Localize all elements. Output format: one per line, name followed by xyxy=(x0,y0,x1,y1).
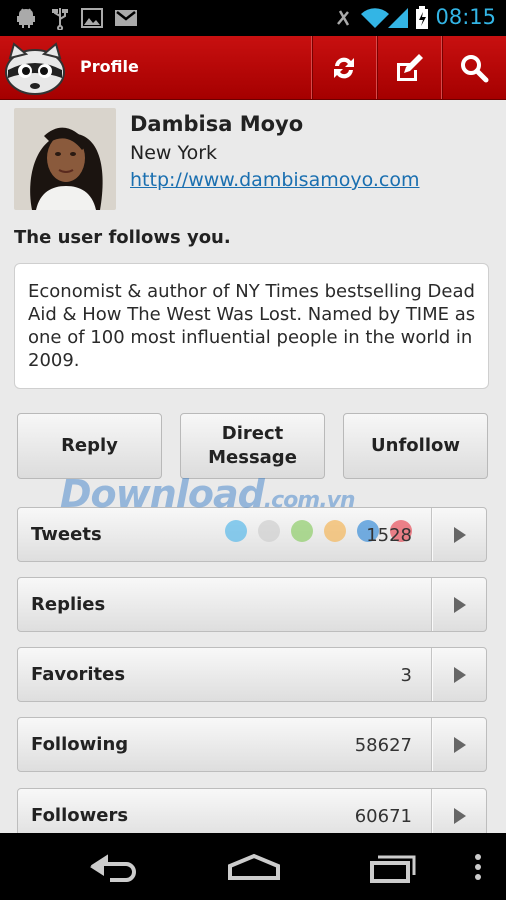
row-arrow-button[interactable] xyxy=(431,718,486,771)
stat-row-replies[interactable]: Replies xyxy=(17,577,487,632)
row-arrow-button[interactable] xyxy=(431,789,486,833)
direct-message-button[interactable]: Direct Message xyxy=(180,413,325,479)
clock: 08:15 xyxy=(435,5,496,29)
follow-status: The user follows you. xyxy=(14,227,231,248)
profile-content: Dambisa Moyo New York http://www.dambisa… xyxy=(0,100,506,833)
stat-count: 1528 xyxy=(366,525,412,546)
stat-label: Followers xyxy=(31,805,129,826)
watermark-main: Download xyxy=(60,472,265,516)
avatar[interactable] xyxy=(14,108,116,210)
dot xyxy=(291,520,313,542)
menu-icon[interactable] xyxy=(466,833,490,900)
stat-label: Replies xyxy=(31,594,106,615)
unfollow-button[interactable]: Unfollow xyxy=(343,413,488,479)
chevron-right-icon xyxy=(454,737,466,753)
raccoon-logo-icon[interactable] xyxy=(4,40,66,96)
dot xyxy=(225,520,247,542)
chevron-right-icon xyxy=(454,527,466,543)
back-icon[interactable] xyxy=(80,833,144,900)
gmail-icon xyxy=(115,10,137,26)
refresh-icon xyxy=(334,57,354,79)
page-title: Profile xyxy=(80,57,139,76)
stat-label: Tweets xyxy=(31,524,102,545)
chevron-right-icon xyxy=(454,808,466,824)
android-debug-icon xyxy=(17,8,35,28)
status-bar: 08:15 xyxy=(0,0,506,36)
picture-icon xyxy=(81,8,103,28)
compose-icon xyxy=(397,54,423,81)
signal-icon xyxy=(388,8,408,28)
usb-icon xyxy=(52,8,68,30)
row-arrow-button[interactable] xyxy=(431,578,486,631)
stat-count: 58627 xyxy=(354,735,412,756)
profile-bio: Economist & author of NY Times bestselli… xyxy=(14,263,489,389)
stat-label: Favorites xyxy=(31,664,126,685)
stat-row-followers[interactable]: Followers 60671 xyxy=(17,788,487,833)
row-arrow-button[interactable] xyxy=(431,648,486,701)
dot xyxy=(258,520,280,542)
row-arrow-button[interactable] xyxy=(431,508,486,561)
search-button[interactable] xyxy=(441,36,506,99)
action-bar: Profile xyxy=(0,36,506,100)
home-icon[interactable] xyxy=(222,833,286,900)
stat-count: 60671 xyxy=(354,806,412,827)
stat-count: 3 xyxy=(400,665,412,686)
navigation-bar xyxy=(0,833,506,900)
stat-label: Following xyxy=(31,734,129,755)
stat-row-favorites[interactable]: Favorites 3 xyxy=(17,647,487,702)
compose-button[interactable] xyxy=(376,36,441,99)
profile-url-link[interactable]: http://www.dambisamoyo.com xyxy=(130,169,420,191)
chevron-right-icon xyxy=(454,667,466,683)
watermark-suffix: .com.vn xyxy=(263,488,356,513)
mute-icon xyxy=(337,10,350,26)
watermark: Download.com.vn xyxy=(60,472,356,516)
recent-apps-icon[interactable] xyxy=(364,833,428,900)
chevron-right-icon xyxy=(454,597,466,613)
battery-charging-icon xyxy=(416,6,428,29)
profile-name: Dambisa Moyo xyxy=(130,112,304,136)
search-icon xyxy=(461,55,489,83)
dot xyxy=(324,520,346,542)
profile-location: New York xyxy=(130,142,218,164)
stat-row-following[interactable]: Following 58627 xyxy=(17,717,487,772)
refresh-button[interactable] xyxy=(311,36,376,99)
reply-button[interactable]: Reply xyxy=(17,413,162,479)
